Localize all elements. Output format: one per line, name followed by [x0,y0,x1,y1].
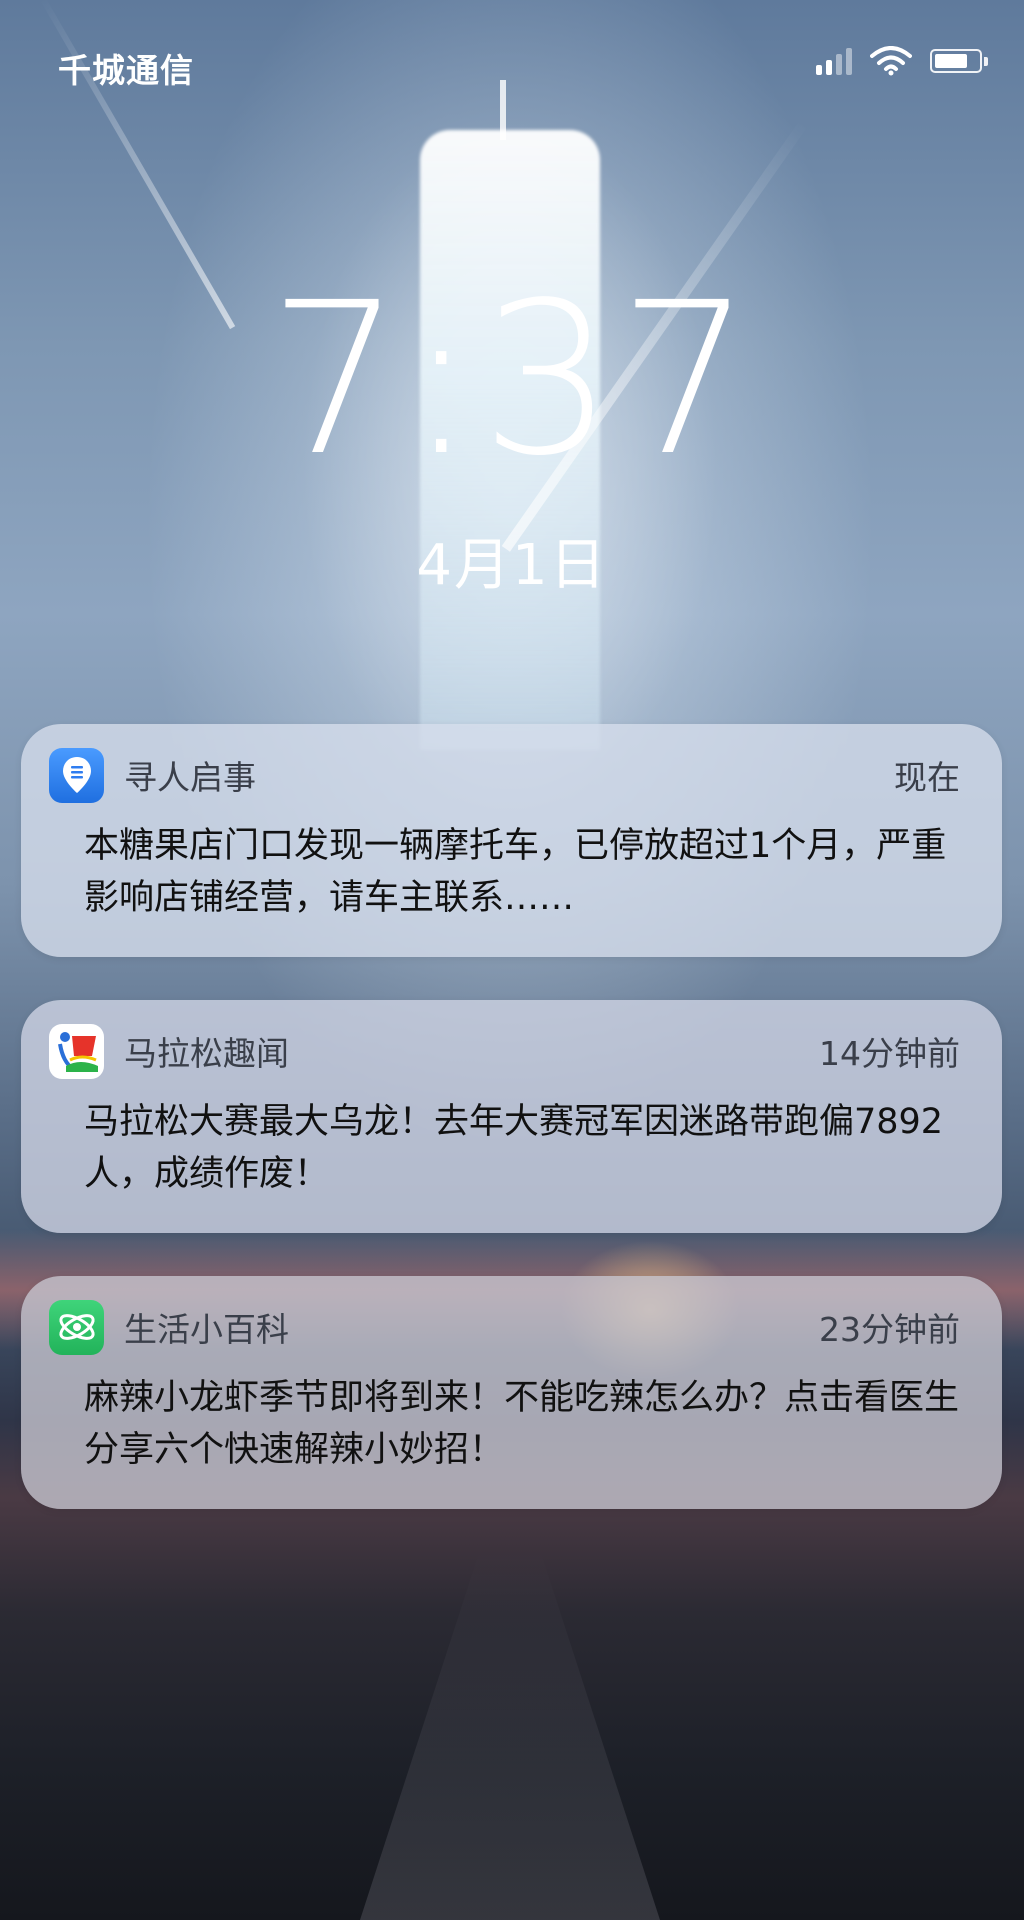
notification-time: 现在 [894,758,960,797]
notification-app-name: 生活小百科 [124,1310,289,1349]
notification-time: 23分钟前 [819,1310,960,1349]
wallpaper-street [360,1550,660,1920]
notification-header: 生活小百科 23分钟前 [49,1298,960,1356]
notification-body: 马拉松大赛最大乌龙！去年大赛冠军因迷路带跑偏7892人，成绩作废！ [84,1102,944,1194]
notification-app-name: 寻人启事 [124,758,256,797]
marathon-logo-icon [49,1023,104,1079]
battery-icon [930,49,988,73]
map-pin-icon [49,747,104,803]
notification-card[interactable]: 寻人启事 现在 本糖果店门口发现一辆摩托车，已停放超过1个月，严重影响店铺经营，… [21,724,1002,957]
lock-screen-date: 4月1日 [416,533,608,598]
notification-header: 马拉松趣闻 14分钟前 [49,1022,960,1080]
lock-screen-time: 7:37 [268,257,756,502]
lock-screen: 千城通信 7:37 4月1日 寻人启事 现在 本糖果店门口发现一辆摩托车，已停放… [0,0,1024,1920]
wifi-icon [870,46,912,76]
notification-body: 麻辣小龙虾季节即将到来！不能吃辣怎么办？点击看医生分享六个快速解辣小妙招！ [84,1378,960,1470]
notification-card[interactable]: 生活小百科 23分钟前 麻辣小龙虾季节即将到来！不能吃辣怎么办？点击看医生分享六… [21,1276,1002,1509]
status-icons [816,46,988,76]
notification-time: 14分钟前 [819,1034,960,1073]
carrier-name: 千城通信 [58,51,194,90]
notification-card[interactable]: 马拉松趣闻 14分钟前 马拉松大赛最大乌龙！去年大赛冠军因迷路带跑偏7892人，… [21,1000,1002,1233]
battery-fill [935,54,967,68]
wallpaper-spire [500,80,506,140]
notification-header: 寻人启事 现在 [49,746,960,804]
notification-app-name: 马拉松趣闻 [124,1034,289,1073]
notification-body: 本糖果店门口发现一辆摩托车，已停放超过1个月，严重影响店铺经营，请车主联系…… [84,826,947,918]
atom-icon [49,1299,104,1355]
signal-icon [816,47,852,75]
